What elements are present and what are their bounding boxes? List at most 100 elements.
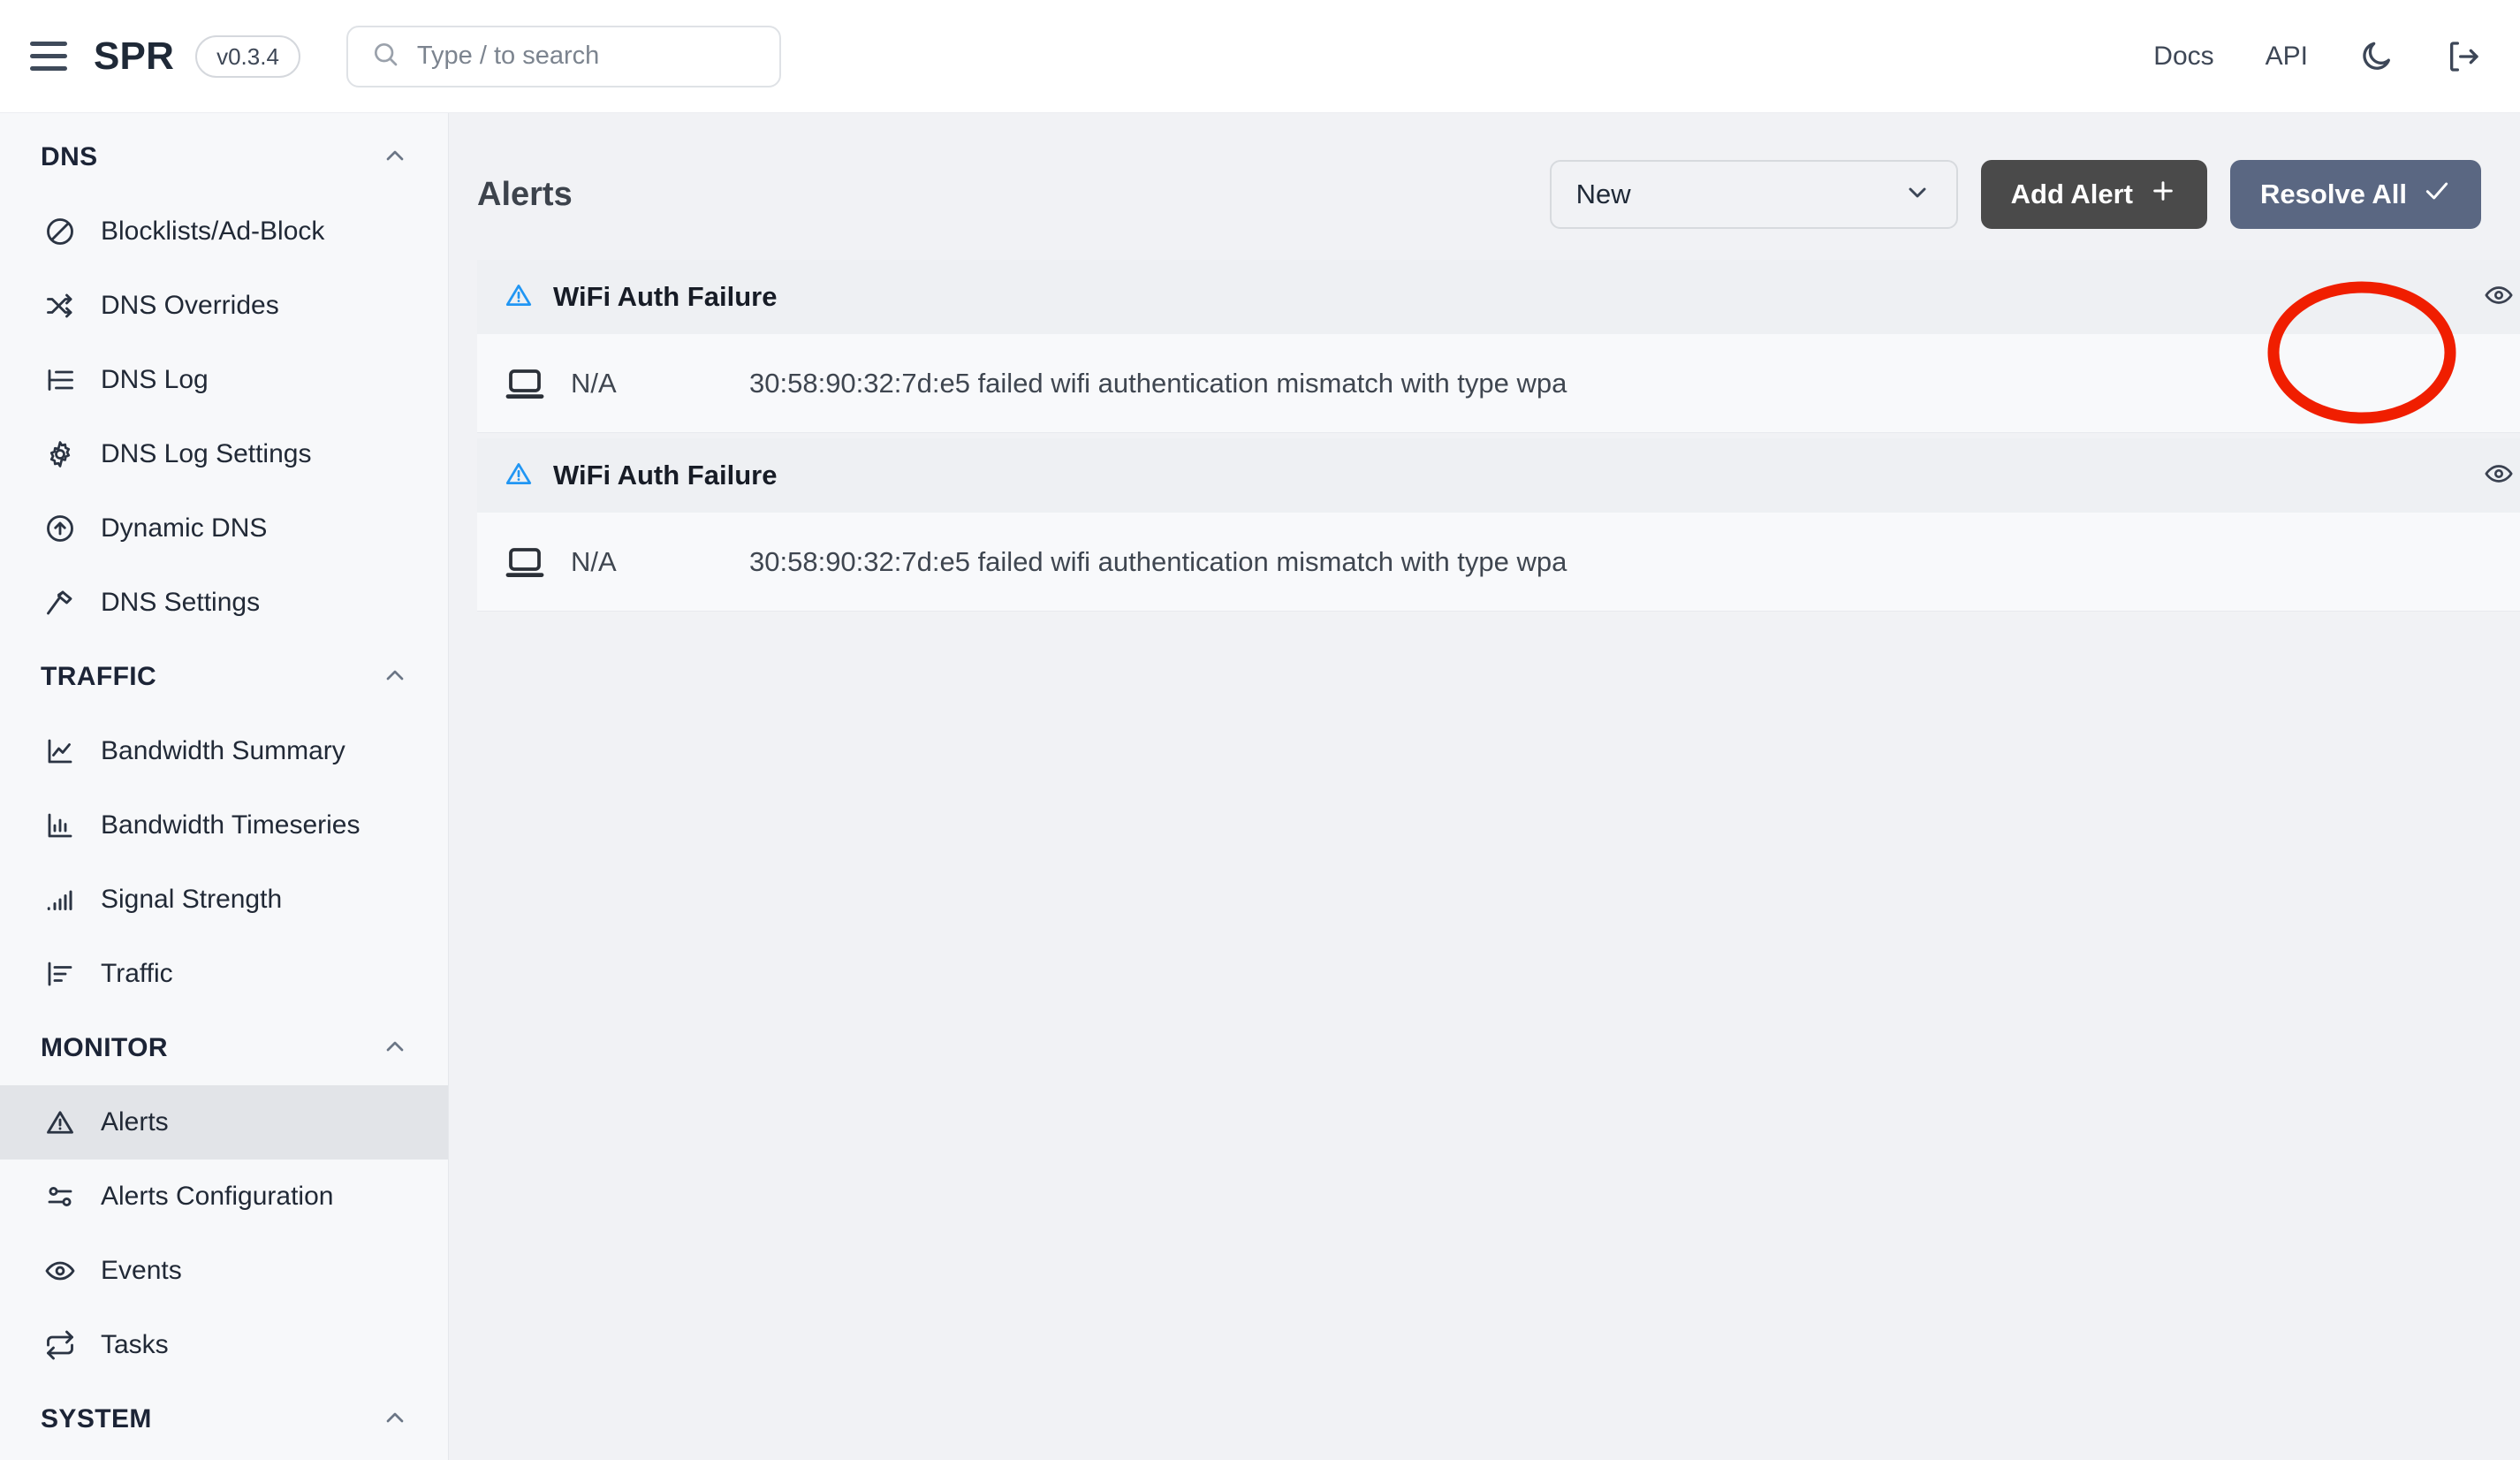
alert-message: 30:58:90:32:7d:e5 failed wifi authentica… [749,545,1567,577]
repeat-icon [42,1327,78,1363]
api-link[interactable]: API [2266,42,2308,72]
eye-icon [42,1253,78,1289]
search-icon [371,40,399,72]
sidebar-section-monitor[interactable]: MONITOR [0,1011,448,1085]
sidebar-item-label: DNS Log Settings [101,439,312,468]
sidebar-section-dns[interactable]: DNS [0,120,448,194]
alert-card-body: N/A 30:58:90:32:7d:e5 failed wifi authen… [477,334,2520,433]
page-title: Alerts [477,175,573,213]
eye-icon[interactable] [2484,280,2514,315]
logout-icon[interactable] [2446,39,2481,74]
sidebar-item-signal-strength[interactable]: Signal Strength [0,863,448,937]
alert-device-name: N/A [571,545,617,577]
topbar-actions: Docs API [2153,39,2481,74]
sidebar-item-label: Bandwidth Timeseries [101,810,361,840]
alert-header-actions: 1/30/2024, 5:00:25 PM [2484,459,2520,493]
alert-triangle-icon [504,280,534,315]
chevron-up-icon[interactable] [381,1403,409,1436]
arrow-up-circle-icon [42,511,78,546]
hammer-icon [42,585,78,620]
sidebar-item-label: Signal Strength [101,885,283,914]
sidebar-section-label: SYSTEM [41,1404,152,1433]
alert-message: 30:58:90:32:7d:e5 failed wifi authentica… [749,367,1567,399]
plus-icon [2149,177,2177,212]
alert-triangle-icon [42,1105,78,1140]
sidebar-item-label: DNS Log [101,365,209,394]
top-bar: SPR v0.3.4 Type / to search Docs API [0,0,2520,113]
sidebar-item-label: Events [101,1256,182,1285]
check-icon [2423,177,2451,212]
chevron-down-icon [1903,179,1932,211]
brand-logo: SPR [94,34,175,78]
add-alert-button[interactable]: Add Alert [1980,160,2208,229]
search-placeholder: Type / to search [416,42,600,70]
bar-chart-icon [42,808,78,843]
eye-icon[interactable] [2484,459,2514,493]
sidebar-item-dns-overrides[interactable]: DNS Overrides [0,269,448,343]
main-content: Alerts New Add Alert Resolve All WiFi Au… [449,113,2520,1460]
sidebar-item-tasks[interactable]: Tasks [0,1308,448,1382]
search-input[interactable]: Type / to search [345,25,781,87]
sidebar-item-events[interactable]: Events [0,1234,448,1308]
sidebar-item-dns-log-settings[interactable]: DNS Log Settings [0,417,448,491]
sidebar-item-label: Dynamic DNS [101,513,268,543]
alert-card-header: WiFi Auth Failure 1/30/2024, 5:00:25 PM [477,438,2520,513]
moon-icon[interactable] [2359,39,2395,74]
alert-title: WiFi Auth Failure [553,281,778,312]
alert-card: WiFi Auth Failure 1/30/2024, 5:00:25 PM [477,438,2520,612]
alert-filter-value: New [1575,179,1631,209]
chevron-up-icon[interactable] [381,141,409,174]
alert-title: WiFi Auth Failure [553,460,778,490]
sidebar-item-blocklists-ad-block[interactable]: Blocklists/Ad-Block [0,194,448,269]
sidebar-item-bandwidth-summary[interactable]: Bandwidth Summary [0,714,448,788]
sidebar-item-dns-log[interactable]: DNS Log [0,343,448,417]
resolve-all-label: Resolve All [2260,179,2407,209]
alert-card-header: WiFi Auth Failure 1/30/2024, 5:00:26 PM [477,260,2520,334]
alerts-list: WiFi Auth Failure 1/30/2024, 5:00:26 PM [449,237,2520,612]
add-alert-label: Add Alert [2010,179,2134,209]
sidebar-section-system[interactable]: SYSTEM [0,1382,448,1456]
sidebar-section-label: MONITOR [41,1033,168,1062]
app-root: SPR v0.3.4 Type / to search Docs API DNS… [0,0,2520,1460]
sidebar-item-label: DNS Settings [101,588,261,617]
alert-card-body: N/A 30:58:90:32:7d:e5 failed wifi authen… [477,513,2520,612]
sidebar-item-label: Alerts [101,1107,169,1137]
laptop-icon [504,541,551,583]
sidebar-item-bandwidth-timeseries[interactable]: Bandwidth Timeseries [0,788,448,863]
sidebar-item-system-info[interactable]: System Info [0,1456,448,1460]
signal-bars-icon [42,882,78,917]
version-badge: v0.3.4 [195,34,300,78]
sidebar-item-alerts-configuration[interactable]: Alerts Configuration [0,1160,448,1234]
sidebar-item-label: Alerts Configuration [101,1182,334,1211]
chevron-up-icon[interactable] [381,661,409,694]
laptop-icon [504,362,551,405]
sidebar-item-label: Tasks [101,1330,169,1359]
sidebar: DNS Blocklists/Ad-Block DNS Overrides DN… [0,113,449,1460]
sidebar-item-label: Blocklists/Ad-Block [101,217,325,246]
shuffle-icon [42,288,78,323]
sidebar-item-dynamic-dns[interactable]: Dynamic DNS [0,491,448,566]
sidebar-section-traffic[interactable]: TRAFFIC [0,640,448,714]
sidebar-section-label: TRAFFIC [41,662,157,691]
alert-filter-select[interactable]: New [1549,160,1958,229]
header-controls: New Add Alert Resolve All [1549,160,2481,229]
alert-header-actions: 1/30/2024, 5:00:26 PM [2484,280,2520,315]
sidebar-item-traffic[interactable]: Traffic [0,937,448,1011]
sidebar-item-alerts[interactable]: Alerts [0,1085,448,1160]
sidebar-item-dns-settings[interactable]: DNS Settings [0,566,448,640]
list-tree-icon [42,362,78,398]
gear-icon [42,437,78,472]
hamburger-icon[interactable] [30,36,71,77]
sidebar-item-label: Bandwidth Summary [101,736,345,765]
docs-link[interactable]: Docs [2153,42,2213,72]
alert-device-name: N/A [571,367,617,399]
resolve-all-button[interactable]: Resolve All [2230,160,2481,229]
line-chart-icon [42,734,78,769]
alert-triangle-icon [504,459,534,493]
body-container: DNS Blocklists/Ad-Block DNS Overrides DN… [0,113,2520,1460]
alert-card: WiFi Auth Failure 1/30/2024, 5:00:26 PM [477,260,2520,433]
sidebar-item-label: DNS Overrides [101,291,279,320]
main-header: Alerts New Add Alert Resolve All [449,113,2520,237]
sidebar-section-label: DNS [41,142,98,171]
chevron-up-icon[interactable] [381,1032,409,1065]
